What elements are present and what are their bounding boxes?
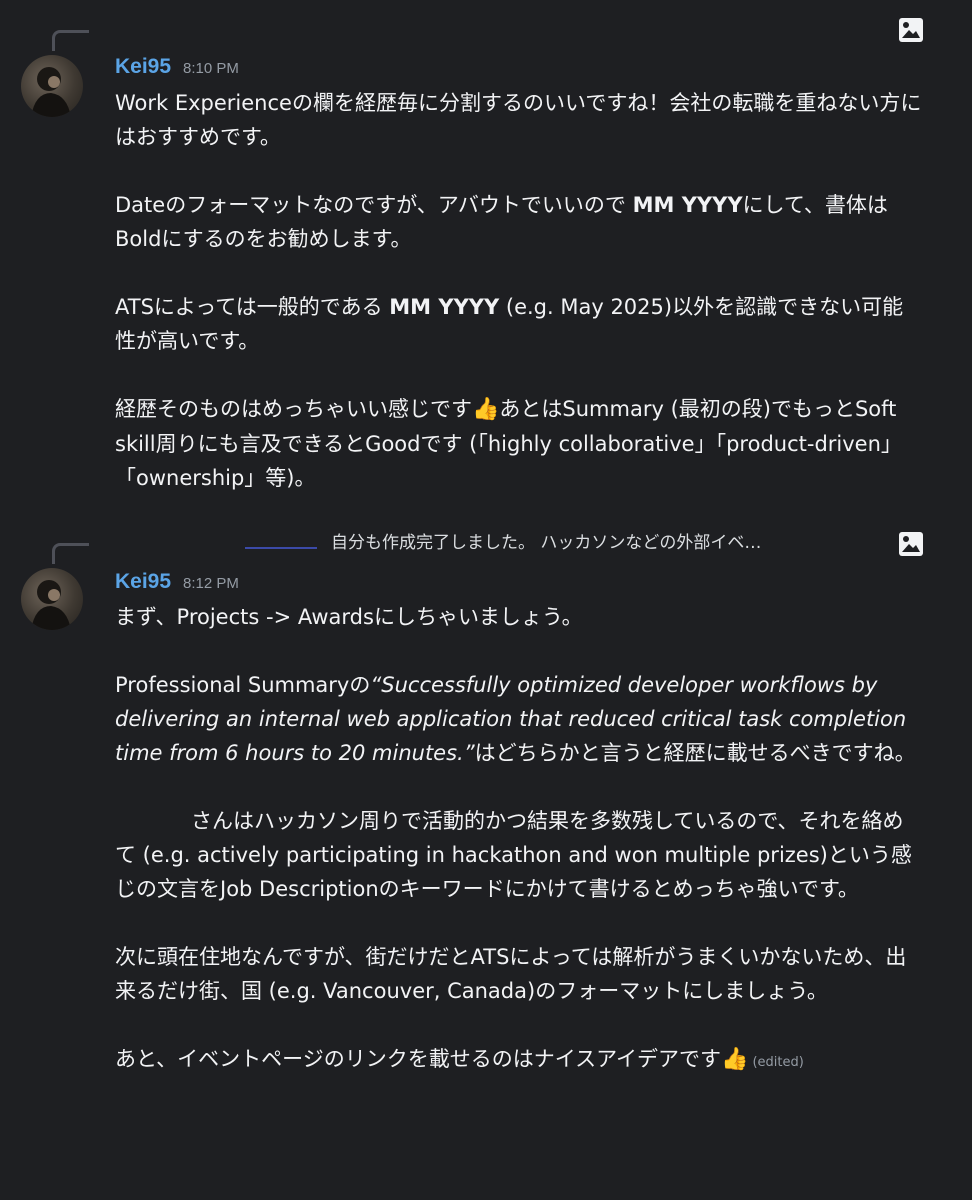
thumbs-up-icon[interactable]: 👍 — [472, 397, 499, 422]
thumbs-up-icon[interactable]: 👍 — [721, 1047, 748, 1072]
message-text: Professional Summaryの — [115, 673, 371, 697]
image-icon[interactable] — [898, 531, 924, 557]
image-icon[interactable] — [898, 17, 924, 43]
bold-text: MM YYYY — [632, 193, 743, 217]
message-paragraph: さんはハッカソン周りで活動的かつ結果を多数残しているので、それを絡めて (e.g… — [115, 804, 923, 906]
avatar[interactable] — [21, 55, 83, 117]
message-text: ATSによっては一般的である — [115, 295, 390, 319]
message-content: Work Experienceの欄を経歴毎に分割するのいいですね！会社の転職を重… — [115, 86, 923, 495]
message-paragraph: まず、Projects -> Awardsにしちゃいましょう。 — [115, 600, 923, 634]
author-name[interactable]: Kei95 — [115, 55, 171, 79]
message-text: さんはハッカソン周りで活動的かつ結果を多数残しているので、それを絡めて (e.g… — [115, 809, 912, 901]
timestamp[interactable]: 8:10 PM — [183, 60, 239, 77]
message-header: Kei95 8:10 PM — [115, 55, 239, 79]
message-paragraph: ATSによっては一般的である MM YYYY (e.g. May 2025)以外… — [115, 290, 923, 358]
message-text: 経歴そのものはめっちゃいい感じです — [115, 397, 472, 421]
message-paragraph: 次に頭在住地なんですが、街だけだとATSによっては解析がうまくいかないため、出来… — [115, 940, 923, 1008]
message-text: Work Experienceの欄を経歴毎に分割するのいいですね！会社の転職を重… — [115, 91, 922, 149]
message-header: Kei95 8:12 PM — [115, 570, 239, 594]
reply-connector — [52, 543, 89, 564]
author-name[interactable]: Kei95 — [115, 570, 171, 594]
message-paragraph: Dateのフォーマットなのですが、アバウトでいいので MM YYYYにして、書体… — [115, 188, 923, 256]
message-text: Dateのフォーマットなのですが、アバウトでいいので — [115, 193, 633, 217]
message-text: まず、Projects -> Awardsにしちゃいましょう。 — [115, 605, 583, 629]
message-text: はどちらかと言うと経歴に載せるべきですね。 — [474, 741, 916, 765]
message-text: 次に頭在住地なんですが、街だけだとATSによっては解析がうまくいかないため、出来… — [115, 945, 907, 1003]
avatar[interactable] — [21, 568, 83, 630]
bold-text: MM YYYY — [389, 295, 500, 319]
redacted-name — [245, 546, 317, 549]
reply-preview-text[interactable]: 自分も作成完了しました。 ハッカソンなどの外部イベ… — [331, 528, 761, 553]
reply-connector — [52, 30, 89, 51]
message-content: まず、Projects -> Awardsにしちゃいましょう。 Professi… — [115, 600, 923, 1080]
message-paragraph: 経歴そのものはめっちゃいい感じです👍あとはSummary (最初の段)でもっとS… — [115, 392, 923, 495]
timestamp[interactable]: 8:12 PM — [183, 575, 239, 592]
edited-label: (edited) — [752, 1055, 804, 1070]
message-paragraph: Work Experienceの欄を経歴毎に分割するのいいですね！会社の転職を重… — [115, 86, 923, 154]
message-text: あと、イベントページのリンクを載せるのはナイスアイデアです — [115, 1047, 722, 1071]
reply-preview[interactable]: 自分も作成完了しました。 ハッカソンなどの外部イベ… — [245, 528, 875, 553]
message-paragraph: あと、イベントページのリンクを載せるのはナイスアイデアです👍 (edited) — [115, 1042, 923, 1080]
message-paragraph: Professional Summaryの“Successfully optim… — [115, 668, 923, 770]
